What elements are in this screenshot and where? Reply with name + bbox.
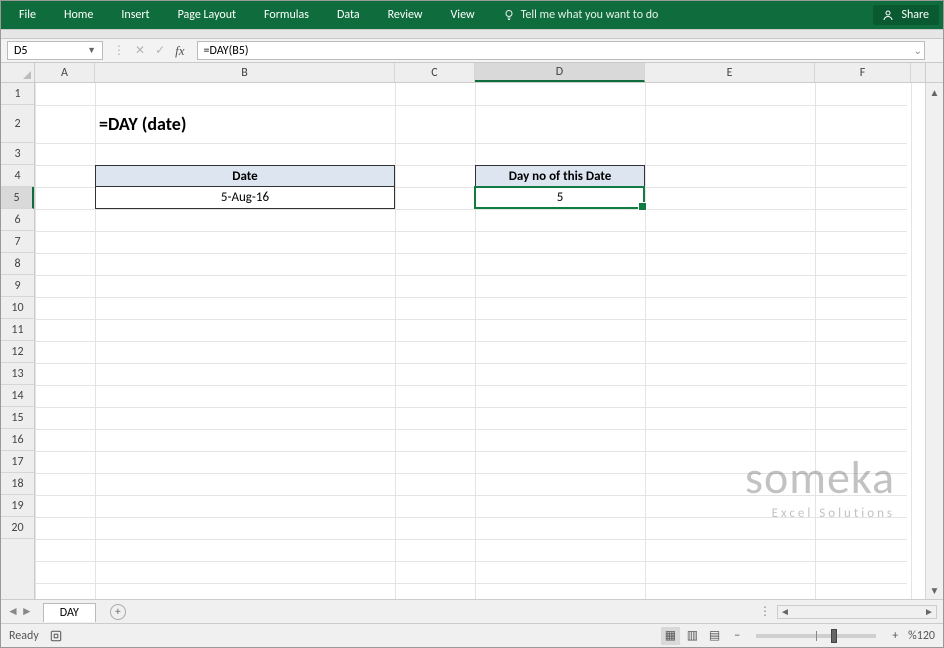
plus-icon: + <box>115 605 120 618</box>
row-header-20[interactable]: 20 <box>1 517 34 539</box>
view-buttons: ▦ ▥ ▤ <box>661 628 724 643</box>
row-header-3[interactable]: 3 <box>1 143 34 165</box>
row-headers: 1234567891011121314151617181920 <box>1 83 35 599</box>
dayno-value-cell[interactable]: 5 <box>475 187 645 209</box>
dayno-header-cell: Day no of this Date <box>475 165 645 187</box>
zoom-in-button[interactable]: + <box>892 629 898 643</box>
cells-canvas[interactable]: =DAY (date) Date 5-Aug-16 Day no of this… <box>35 83 925 599</box>
row-header-18[interactable]: 18 <box>1 473 34 495</box>
row-header-12[interactable]: 12 <box>1 341 34 363</box>
lightbulb-icon <box>503 9 515 21</box>
formula-bar-row: D5 ▼ ⋮ ✕ ✓ fx =DAY(B5) ⌄ <box>1 39 943 63</box>
add-sheet-button[interactable]: + <box>110 604 126 620</box>
ribbon-tab-insert[interactable]: Insert <box>107 1 163 29</box>
row-header-13[interactable]: 13 <box>1 363 34 385</box>
scroll-down-icon[interactable]: ▼ <box>926 581 943 599</box>
row-header-10[interactable]: 10 <box>1 297 34 319</box>
date-header-cell: Date <box>95 165 395 187</box>
sheet-nav-next-icon[interactable]: ► <box>21 604 33 619</box>
scroll-left-icon[interactable]: ◄ <box>778 605 792 618</box>
share-button[interactable]: Share <box>873 5 939 25</box>
name-box-value: D5 <box>14 44 27 58</box>
cancel-formula-icon[interactable]: ✕ <box>135 43 145 58</box>
row-header-7[interactable]: 7 <box>1 231 34 253</box>
column-header-A[interactable]: A <box>35 63 95 82</box>
status-ready: Ready <box>9 629 39 643</box>
accept-formula-icon[interactable]: ✓ <box>155 43 165 58</box>
row-header-14[interactable]: 14 <box>1 385 34 407</box>
view-normal-icon[interactable]: ▦ <box>661 627 680 645</box>
date-value-cell[interactable]: 5-Aug-16 <box>95 187 395 209</box>
row-header-15[interactable]: 15 <box>1 407 34 429</box>
ribbon-tab-home[interactable]: Home <box>50 1 107 29</box>
row-header-2[interactable]: 2 <box>1 105 34 143</box>
expand-formula-bar-icon[interactable]: ⌄ <box>914 44 922 57</box>
row-header-11[interactable]: 11 <box>1 319 34 341</box>
column-headers: ABCDEF <box>1 63 943 83</box>
fx-icon[interactable]: fx <box>175 43 188 59</box>
status-bar: Ready ▦ ▥ ▤ − + %120 <box>1 623 943 647</box>
sheet-tab-row: ◄ ► DAY + ⋮ ◄ ► <box>1 599 943 623</box>
row-header-16[interactable]: 16 <box>1 429 34 451</box>
row-header-19[interactable]: 19 <box>1 495 34 517</box>
row-header-17[interactable]: 17 <box>1 451 34 473</box>
macro-record-icon[interactable] <box>49 629 63 643</box>
ribbon-tab-view[interactable]: View <box>437 1 489 29</box>
ribbon-tab-file[interactable]: File <box>5 1 50 29</box>
formula-bar-buttons: ⋮ ✕ ✓ fx <box>105 39 197 62</box>
scroll-right-icon[interactable]: ► <box>922 605 936 618</box>
ribbon-tab-formulas[interactable]: Formulas <box>250 1 323 29</box>
view-page-break-icon[interactable]: ▤ <box>705 627 724 645</box>
scroll-up-icon[interactable]: ▲ <box>926 83 943 101</box>
column-header-D[interactable]: D <box>475 63 645 82</box>
select-all-corner[interactable] <box>1 63 35 82</box>
zoom-out-button[interactable]: − <box>734 629 740 643</box>
formula-input-value: =DAY(B5) <box>204 44 249 58</box>
row-header-9[interactable]: 9 <box>1 275 34 297</box>
column-header-E[interactable]: E <box>645 63 815 82</box>
zoom-slider-midtick <box>816 631 817 641</box>
hscroll-split-icon[interactable]: ⋮ <box>753 604 777 619</box>
name-box[interactable]: D5 ▼ <box>7 41 103 60</box>
vscroll-track[interactable] <box>926 101 943 581</box>
formula-label-cell: =DAY (date) <box>95 105 395 143</box>
column-header-C[interactable]: C <box>395 63 475 82</box>
formula-input[interactable]: =DAY(B5) ⌄ <box>197 41 925 60</box>
ribbon-tab-review[interactable]: Review <box>374 1 437 29</box>
row-header-4[interactable]: 4 <box>1 165 34 187</box>
share-label: Share <box>901 8 929 22</box>
zoom-slider[interactable] <box>756 634 876 638</box>
ribbon-tab-data[interactable]: Data <box>323 1 374 29</box>
tell-me-search[interactable]: Tell me what you want to do <box>489 1 673 29</box>
zoom-level[interactable]: %120 <box>908 629 935 643</box>
ribbon-separator <box>1 29 943 39</box>
column-header-B[interactable]: B <box>95 63 395 82</box>
row-header-5[interactable]: 5 <box>1 187 34 209</box>
row-header-8[interactable]: 8 <box>1 253 34 275</box>
watermark-brand: someka <box>745 450 895 506</box>
tell-me-label: Tell me what you want to do <box>521 8 659 22</box>
person-share-icon <box>883 9 895 21</box>
sheet-nav[interactable]: ◄ ► <box>1 604 39 619</box>
column-header-F[interactable]: F <box>815 63 911 82</box>
chevron-down-icon[interactable]: ▼ <box>87 45 96 56</box>
sheet-tab-active[interactable]: DAY <box>43 603 96 622</box>
formula-options-icon[interactable]: ⋮ <box>113 43 125 58</box>
view-page-layout-icon[interactable]: ▥ <box>683 627 702 645</box>
row-header-1[interactable]: 1 <box>1 83 34 105</box>
vertical-scrollbar[interactable]: ▲ ▼ <box>925 83 943 599</box>
sheet-nav-prev-icon[interactable]: ◄ <box>7 604 19 619</box>
ribbon-tabs: File Home Insert Page Layout Formulas Da… <box>1 1 943 29</box>
zoom-slider-handle[interactable] <box>831 629 837 643</box>
row-header-6[interactable]: 6 <box>1 209 34 231</box>
horizontal-scrollbar[interactable]: ◄ ► <box>777 605 937 619</box>
watermark: someka Excel Solutions <box>745 450 895 521</box>
watermark-sub: Excel Solutions <box>745 506 895 521</box>
ribbon-tab-page-layout[interactable]: Page Layout <box>164 1 250 29</box>
